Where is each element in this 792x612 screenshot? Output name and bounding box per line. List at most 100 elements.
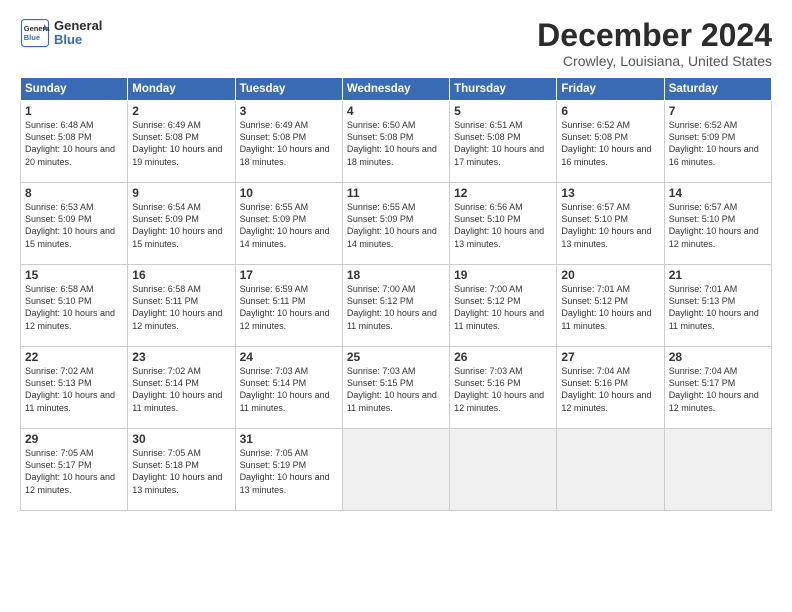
calendar-day-cell: 17Sunrise: 6:59 AM Sunset: 5:11 PM Dayli… [235,265,342,347]
calendar-day-cell: 3Sunrise: 6:49 AM Sunset: 5:08 PM Daylig… [235,101,342,183]
calendar-day-cell: 23Sunrise: 7:02 AM Sunset: 5:14 PM Dayli… [128,347,235,429]
calendar-table: SundayMondayTuesdayWednesdayThursdayFrid… [20,77,772,511]
day-number: 13 [561,186,659,200]
day-number: 30 [132,432,230,446]
page: General Blue General Blue December 2024 … [0,0,792,612]
calendar-day-cell: 9Sunrise: 6:54 AM Sunset: 5:09 PM Daylig… [128,183,235,265]
svg-text:Blue: Blue [24,33,40,42]
calendar-week-row: 15Sunrise: 6:58 AM Sunset: 5:10 PM Dayli… [21,265,772,347]
day-number: 8 [25,186,123,200]
day-info: Sunrise: 6:58 AM Sunset: 5:10 PM Dayligh… [25,283,123,332]
day-number: 19 [454,268,552,282]
day-number: 7 [669,104,767,118]
logo-icon: General Blue [20,18,50,48]
calendar-day-cell: 20Sunrise: 7:01 AM Sunset: 5:12 PM Dayli… [557,265,664,347]
day-info: Sunrise: 6:55 AM Sunset: 5:09 PM Dayligh… [347,201,445,250]
calendar-week-row: 29Sunrise: 7:05 AM Sunset: 5:17 PM Dayli… [21,429,772,511]
day-info: Sunrise: 7:05 AM Sunset: 5:17 PM Dayligh… [25,447,123,496]
day-number: 24 [240,350,338,364]
day-info: Sunrise: 7:04 AM Sunset: 5:17 PM Dayligh… [669,365,767,414]
day-info: Sunrise: 6:56 AM Sunset: 5:10 PM Dayligh… [454,201,552,250]
day-number: 1 [25,104,123,118]
calendar-day-cell: 1Sunrise: 6:48 AM Sunset: 5:08 PM Daylig… [21,101,128,183]
day-info: Sunrise: 7:01 AM Sunset: 5:12 PM Dayligh… [561,283,659,332]
calendar-header-cell: Friday [557,78,664,101]
day-number: 26 [454,350,552,364]
day-number: 14 [669,186,767,200]
calendar-header-cell: Monday [128,78,235,101]
calendar-day-cell [450,429,557,511]
day-number: 4 [347,104,445,118]
day-number: 11 [347,186,445,200]
calendar-header-cell: Tuesday [235,78,342,101]
calendar-day-cell: 29Sunrise: 7:05 AM Sunset: 5:17 PM Dayli… [21,429,128,511]
day-number: 2 [132,104,230,118]
day-number: 31 [240,432,338,446]
day-info: Sunrise: 6:54 AM Sunset: 5:09 PM Dayligh… [132,201,230,250]
day-info: Sunrise: 7:05 AM Sunset: 5:19 PM Dayligh… [240,447,338,496]
calendar-day-cell: 19Sunrise: 7:00 AM Sunset: 5:12 PM Dayli… [450,265,557,347]
day-info: Sunrise: 6:53 AM Sunset: 5:09 PM Dayligh… [25,201,123,250]
calendar-header-row: SundayMondayTuesdayWednesdayThursdayFrid… [21,78,772,101]
calendar-day-cell: 15Sunrise: 6:58 AM Sunset: 5:10 PM Dayli… [21,265,128,347]
calendar-day-cell [664,429,771,511]
day-number: 12 [454,186,552,200]
day-info: Sunrise: 7:05 AM Sunset: 5:18 PM Dayligh… [132,447,230,496]
calendar-day-cell: 28Sunrise: 7:04 AM Sunset: 5:17 PM Dayli… [664,347,771,429]
calendar-day-cell: 7Sunrise: 6:52 AM Sunset: 5:09 PM Daylig… [664,101,771,183]
day-number: 18 [347,268,445,282]
day-info: Sunrise: 7:00 AM Sunset: 5:12 PM Dayligh… [454,283,552,332]
day-info: Sunrise: 7:03 AM Sunset: 5:14 PM Dayligh… [240,365,338,414]
day-info: Sunrise: 6:52 AM Sunset: 5:09 PM Dayligh… [669,119,767,168]
day-info: Sunrise: 6:58 AM Sunset: 5:11 PM Dayligh… [132,283,230,332]
calendar-header-cell: Sunday [21,78,128,101]
day-number: 29 [25,432,123,446]
calendar-header-cell: Saturday [664,78,771,101]
day-number: 15 [25,268,123,282]
calendar-day-cell: 24Sunrise: 7:03 AM Sunset: 5:14 PM Dayli… [235,347,342,429]
main-title: December 2024 [537,18,772,53]
subtitle: Crowley, Louisiana, United States [537,53,772,69]
day-number: 28 [669,350,767,364]
day-number: 3 [240,104,338,118]
day-info: Sunrise: 7:04 AM Sunset: 5:16 PM Dayligh… [561,365,659,414]
day-info: Sunrise: 7:02 AM Sunset: 5:13 PM Dayligh… [25,365,123,414]
day-number: 16 [132,268,230,282]
day-info: Sunrise: 6:49 AM Sunset: 5:08 PM Dayligh… [240,119,338,168]
day-number: 9 [132,186,230,200]
day-number: 17 [240,268,338,282]
calendar-day-cell: 2Sunrise: 6:49 AM Sunset: 5:08 PM Daylig… [128,101,235,183]
day-info: Sunrise: 6:57 AM Sunset: 5:10 PM Dayligh… [669,201,767,250]
day-number: 20 [561,268,659,282]
calendar-day-cell: 12Sunrise: 6:56 AM Sunset: 5:10 PM Dayli… [450,183,557,265]
day-number: 22 [25,350,123,364]
calendar-day-cell: 4Sunrise: 6:50 AM Sunset: 5:08 PM Daylig… [342,101,449,183]
calendar-day-cell: 25Sunrise: 7:03 AM Sunset: 5:15 PM Dayli… [342,347,449,429]
calendar-day-cell: 10Sunrise: 6:55 AM Sunset: 5:09 PM Dayli… [235,183,342,265]
day-info: Sunrise: 6:59 AM Sunset: 5:11 PM Dayligh… [240,283,338,332]
day-info: Sunrise: 6:48 AM Sunset: 5:08 PM Dayligh… [25,119,123,168]
calendar-day-cell [557,429,664,511]
calendar-week-row: 22Sunrise: 7:02 AM Sunset: 5:13 PM Dayli… [21,347,772,429]
calendar-day-cell: 30Sunrise: 7:05 AM Sunset: 5:18 PM Dayli… [128,429,235,511]
day-number: 10 [240,186,338,200]
calendar-week-row: 1Sunrise: 6:48 AM Sunset: 5:08 PM Daylig… [21,101,772,183]
day-number: 21 [669,268,767,282]
day-info: Sunrise: 6:57 AM Sunset: 5:10 PM Dayligh… [561,201,659,250]
day-info: Sunrise: 6:55 AM Sunset: 5:09 PM Dayligh… [240,201,338,250]
calendar-day-cell: 13Sunrise: 6:57 AM Sunset: 5:10 PM Dayli… [557,183,664,265]
calendar-day-cell: 14Sunrise: 6:57 AM Sunset: 5:10 PM Dayli… [664,183,771,265]
day-number: 25 [347,350,445,364]
calendar-day-cell: 6Sunrise: 6:52 AM Sunset: 5:08 PM Daylig… [557,101,664,183]
calendar-day-cell: 27Sunrise: 7:04 AM Sunset: 5:16 PM Dayli… [557,347,664,429]
calendar-day-cell [342,429,449,511]
day-number: 27 [561,350,659,364]
calendar-week-row: 8Sunrise: 6:53 AM Sunset: 5:09 PM Daylig… [21,183,772,265]
day-info: Sunrise: 7:01 AM Sunset: 5:13 PM Dayligh… [669,283,767,332]
calendar-day-cell: 18Sunrise: 7:00 AM Sunset: 5:12 PM Dayli… [342,265,449,347]
calendar-day-cell: 8Sunrise: 6:53 AM Sunset: 5:09 PM Daylig… [21,183,128,265]
calendar-header-cell: Wednesday [342,78,449,101]
calendar-day-cell: 22Sunrise: 7:02 AM Sunset: 5:13 PM Dayli… [21,347,128,429]
day-info: Sunrise: 7:03 AM Sunset: 5:15 PM Dayligh… [347,365,445,414]
calendar-day-cell: 31Sunrise: 7:05 AM Sunset: 5:19 PM Dayli… [235,429,342,511]
